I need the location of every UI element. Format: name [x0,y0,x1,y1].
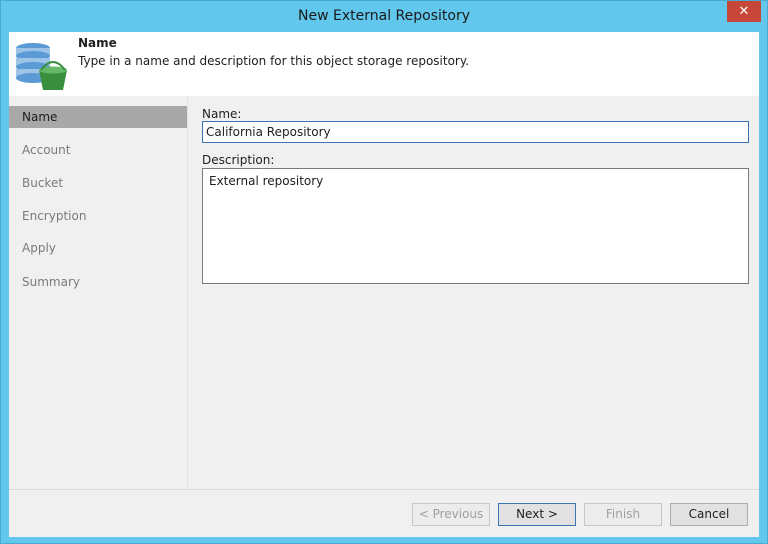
step-title: Name [78,36,117,50]
name-input[interactable] [202,121,749,143]
step-description: Type in a name and description for this … [78,54,470,68]
window-title: New External Repository [298,8,470,24]
description-input[interactable]: External repository [202,168,749,284]
title-bar[interactable]: New External Repository ✕ [1,1,767,31]
step-account[interactable]: Account [9,139,187,161]
wizard-header: Name Type in a name and description for … [9,32,759,96]
object-storage-bucket-icon [16,43,67,90]
description-label: Description: [202,153,275,167]
step-bucket[interactable]: Bucket [9,172,187,194]
finish-button[interactable]: Finish [584,503,662,526]
cancel-button[interactable]: Cancel [670,503,748,526]
name-label: Name: [202,107,242,121]
previous-button[interactable]: < Previous [412,503,490,526]
step-summary[interactable]: Summary [9,271,187,293]
wizard-steps: Name Account Bucket Encryption Apply Sum… [9,96,188,489]
wizard-client: Name Type in a name and description for … [9,32,759,537]
step-name[interactable]: Name [9,106,187,128]
wizard-footer: < Previous Next > Finish Cancel [9,489,759,537]
close-button[interactable]: ✕ [727,1,761,22]
step-encryption[interactable]: Encryption [9,205,187,227]
step-apply[interactable]: Apply [9,237,187,259]
form-area: Name: Description: External repository [202,96,759,489]
wizard-window: New External Repository ✕ Name Type in a… [0,0,768,544]
next-button[interactable]: Next > [498,503,576,526]
close-icon: ✕ [738,4,750,19]
